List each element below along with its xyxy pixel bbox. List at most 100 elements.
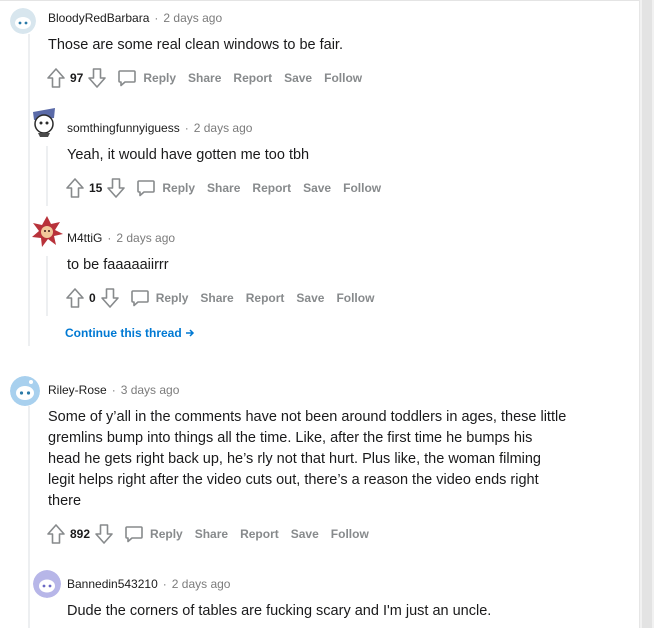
comment-header: somthingfunnyiguess · 2 days ago <box>67 121 252 135</box>
save-button[interactable]: Save <box>303 181 331 195</box>
report-button[interactable]: Report <box>233 71 272 85</box>
reply-button[interactable]: Reply <box>124 524 183 544</box>
avatar[interactable] <box>10 376 40 406</box>
upvote-icon[interactable] <box>65 287 85 309</box>
follow-button[interactable]: Follow <box>324 71 362 85</box>
scrollbar-thumb[interactable] <box>642 0 652 628</box>
comment-time[interactable]: 2 days ago <box>163 11 222 25</box>
vote-widget: 97 <box>46 67 107 89</box>
avatar[interactable] <box>33 570 61 598</box>
reply-label: Reply <box>150 527 183 541</box>
follow-button[interactable]: Follow <box>343 181 381 195</box>
report-button[interactable]: Report <box>246 291 285 305</box>
downvote-icon[interactable] <box>94 523 114 545</box>
avatar[interactable] <box>30 214 64 250</box>
comment-body: Yeah, it would have gotten me too tbh <box>67 145 309 166</box>
comment-text-line: to be faaaaaiirrr <box>67 257 169 273</box>
save-button[interactable]: Save <box>291 527 319 541</box>
share-button[interactable]: Share <box>188 71 221 85</box>
comment-text-line: gremlins bump into things all the time. … <box>48 430 533 446</box>
vote-score: 15 <box>89 181 103 195</box>
report-button[interactable]: Report <box>252 181 291 195</box>
comment-author[interactable]: Riley-Rose <box>48 383 107 397</box>
follow-button[interactable]: Follow <box>336 291 374 305</box>
comment-text-line: legit helps right after the video cuts o… <box>48 472 539 488</box>
avatar-icon <box>33 570 61 598</box>
downvote-icon[interactable] <box>87 67 107 89</box>
separator-dot: · <box>107 231 112 245</box>
comment-header: Riley-Rose · 3 days ago <box>48 383 179 397</box>
comment-bubble-icon <box>118 70 137 87</box>
vote-widget: 15 <box>65 177 126 199</box>
thread-line[interactable] <box>46 146 48 206</box>
reply-label: Reply <box>143 71 177 85</box>
thread-line[interactable] <box>28 34 30 346</box>
comment-actions: 892 Reply Share Report Save Follow <box>46 523 369 545</box>
separator-dot: · <box>111 383 116 397</box>
reply-button[interactable]: Reply <box>130 288 189 308</box>
avatar[interactable] <box>10 8 36 34</box>
comment-time[interactable]: 2 days ago <box>116 231 175 245</box>
comment-bubble-icon <box>137 180 156 197</box>
reply-button[interactable]: Reply <box>117 68 176 88</box>
upvote-icon[interactable] <box>65 177 85 199</box>
comment-body: to be faaaaaiirrr <box>67 255 169 276</box>
separator-dot: · <box>154 11 159 25</box>
separator-dot: · <box>162 577 167 591</box>
comment-author[interactable]: Bannedin543210 <box>67 577 158 591</box>
share-button[interactable]: Share <box>207 181 240 195</box>
avatar-icon <box>10 8 36 34</box>
share-button[interactable]: Share <box>200 291 233 305</box>
thread-line[interactable] <box>46 256 48 316</box>
continue-thread-link[interactable]: Continue this thread <box>65 326 195 340</box>
continue-thread-label: Continue this thread <box>65 326 182 340</box>
thread-line[interactable] <box>28 406 30 628</box>
comment-text-line: Some of y’all in the comments have not b… <box>48 409 567 425</box>
comment-text-line: head he gets right back up, he’s rly not… <box>48 451 541 467</box>
comment-time[interactable]: 2 days ago <box>172 577 231 591</box>
upvote-icon[interactable] <box>46 523 66 545</box>
scrollbar[interactable] <box>639 0 654 628</box>
vote-widget: 892 <box>46 523 114 545</box>
save-button[interactable]: Save <box>296 291 324 305</box>
downvote-icon[interactable] <box>106 177 126 199</box>
comment-text-line: Yeah, it would have gotten me too tbh <box>67 147 310 163</box>
comment-actions: 0 Reply Share Report Save Follow <box>65 287 374 309</box>
comment-header: Bannedin543210 · 2 days ago <box>67 577 230 591</box>
report-button[interactable]: Report <box>240 527 279 541</box>
comment-author[interactable]: BloodyRedBarbara <box>48 11 149 25</box>
avatar-icon <box>32 216 63 247</box>
arrow-right-icon <box>186 329 195 337</box>
reply-button[interactable]: Reply <box>136 178 195 198</box>
upvote-icon[interactable] <box>46 67 66 89</box>
comment-body: Those are some real clean windows to be … <box>48 35 343 56</box>
comment-bubble-icon <box>125 526 143 543</box>
downvote-icon[interactable] <box>100 287 120 309</box>
vote-score: 97 <box>70 71 84 85</box>
comment-text-line: there <box>48 493 82 509</box>
vote-score: 0 <box>89 291 96 305</box>
comment-bubble-icon <box>130 290 149 307</box>
comment-text-line: Dude the corners of tables are fucking s… <box>67 603 492 619</box>
separator-dot: · <box>184 121 189 135</box>
comment-actions: 15 Reply Share Report Save Follow <box>65 177 381 199</box>
avatar-icon <box>33 108 55 137</box>
comment-body: Dude the corners of tables are fucking s… <box>67 601 491 622</box>
comment-header: M4ttiG · 2 days ago <box>67 231 175 245</box>
vote-widget: 0 <box>65 287 120 309</box>
share-button[interactable]: Share <box>195 527 228 541</box>
comment-actions: 97 Reply Share Report Save Follow <box>46 67 362 89</box>
reply-label: Reply <box>162 181 196 195</box>
follow-button[interactable]: Follow <box>331 527 369 541</box>
save-button[interactable]: Save <box>284 71 312 85</box>
reply-label: Reply <box>155 291 189 305</box>
comment-time[interactable]: 3 days ago <box>121 383 180 397</box>
avatar-icon <box>10 376 40 406</box>
comment-author[interactable]: somthingfunnyiguess <box>67 121 180 135</box>
comment-time[interactable]: 2 days ago <box>194 121 253 135</box>
comment-author[interactable]: M4ttiG <box>67 231 102 245</box>
comment-text-line: Those are some real clean windows to be … <box>48 37 343 53</box>
avatar[interactable] <box>30 106 58 138</box>
vote-score: 892 <box>70 527 91 541</box>
comment-header: BloodyRedBarbara · 2 days ago <box>48 11 222 25</box>
